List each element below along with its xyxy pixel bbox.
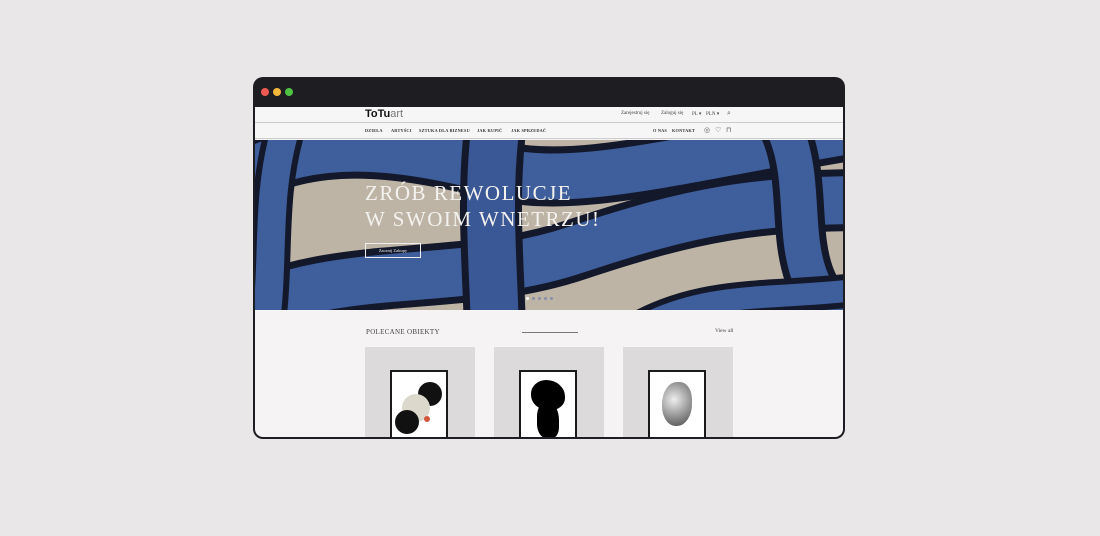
artwork-image: [648, 370, 706, 437]
minimize-window-button[interactable]: [273, 88, 281, 96]
logo[interactable]: ToTuart: [365, 108, 403, 120]
currency-select[interactable]: PLN ▾: [706, 111, 719, 117]
artwork-image: [390, 370, 448, 437]
web-page: ToTuart Zarejestruj się Zaloguj się PL ▾…: [255, 107, 843, 437]
nav-jak-sprzedac[interactable]: JAK SPRZEDAĆ: [511, 128, 546, 133]
close-window-button[interactable]: [261, 88, 269, 96]
carousel-dot[interactable]: [526, 297, 529, 300]
hero-title: ZRÓB REWOLUCJE W SWOIM WNETRZU!: [365, 181, 601, 231]
hero-banner: ZRÓB REWOLUCJE W SWOIM WNETRZU! Zacznij Z…: [255, 140, 843, 310]
product-card[interactable]: [365, 347, 475, 437]
nav-jak-kupic[interactable]: JAK KUPIĆ: [477, 128, 502, 133]
artwork-image: [519, 370, 577, 437]
login-link[interactable]: Zaloguj się: [661, 111, 683, 116]
carousel-dot[interactable]: [544, 297, 547, 300]
carousel-dots: [526, 297, 553, 300]
nav-artysci[interactable]: ARTYŚCI: [391, 128, 412, 133]
nav-dziela[interactable]: DZIEŁA: [365, 128, 383, 133]
view-all-link[interactable]: View all: [715, 328, 733, 334]
eye-icon[interactable]: ◎: [704, 127, 710, 134]
nav-o-nas[interactable]: O NAS: [653, 128, 667, 133]
section-title: POLECANE OBIEKTY: [366, 328, 440, 336]
carousel-dot[interactable]: [550, 297, 553, 300]
heart-icon[interactable]: ♡: [715, 127, 721, 134]
search-icon[interactable]: ⌕: [727, 110, 731, 117]
product-card[interactable]: [494, 347, 604, 437]
carousel-dot[interactable]: [538, 297, 541, 300]
main-nav: DZIEŁA ARTYŚCI SZTUKA DLA BIZNESU JAK KU…: [255, 123, 843, 139]
cart-icon[interactable]: ⊓: [726, 127, 731, 134]
browser-window: ToTuart Zarejestruj się Zaloguj się PL ▾…: [253, 77, 845, 439]
divider: [522, 332, 578, 333]
carousel-dot[interactable]: [532, 297, 535, 300]
nav-kontakt[interactable]: KONTAKT: [672, 128, 695, 133]
nav-sztuka-dla-biznesu[interactable]: SZTUKA DLA BIZNESU: [419, 128, 470, 133]
register-link[interactable]: Zarejestruj się: [621, 111, 649, 116]
product-card[interactable]: [623, 347, 733, 437]
language-select[interactable]: PL ▾: [692, 111, 701, 117]
maximize-window-button[interactable]: [285, 88, 293, 96]
top-bar: ToTuart Zarejestruj się Zaloguj się PL ▾…: [255, 107, 843, 123]
start-shopping-button[interactable]: Zacznij Zakupy: [365, 243, 421, 258]
